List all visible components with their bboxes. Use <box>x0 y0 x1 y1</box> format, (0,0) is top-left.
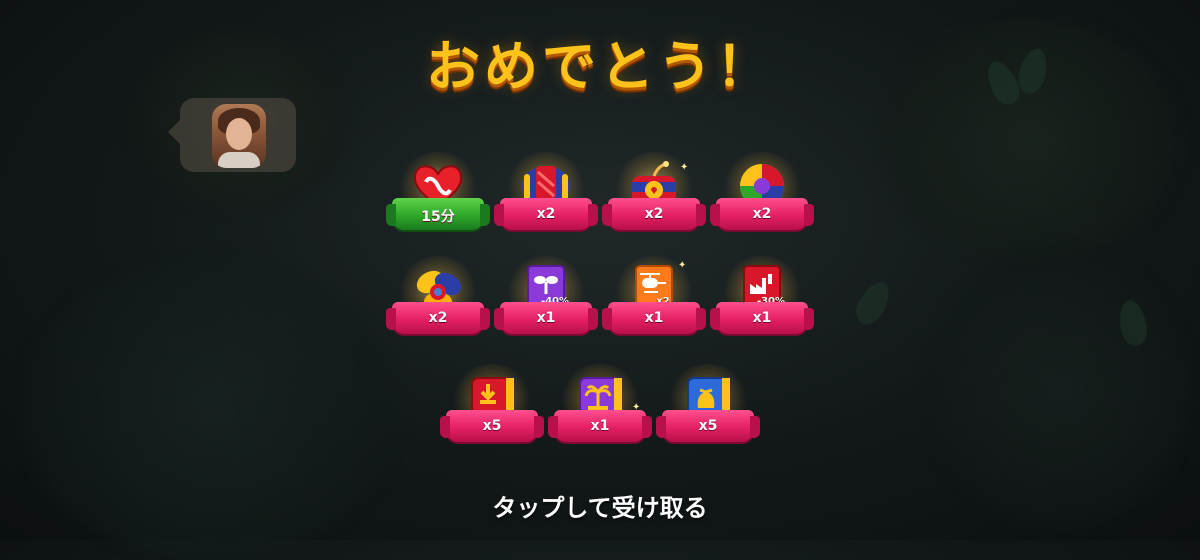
tap-to-collect-prompt[interactable]: タップして受け取る <box>0 488 1200 523</box>
reward-helicopter-card: x2 x1 ✦ <box>602 256 706 342</box>
background-leaf <box>850 276 896 330</box>
reward-propeller: x2 <box>386 256 490 342</box>
reward-count: x5 <box>698 418 718 434</box>
reward-infinite-lives: 15分 <box>386 152 490 238</box>
congratulations-title: おめでとう！ <box>426 35 774 98</box>
reward-rocket: x2 <box>494 152 598 238</box>
reward-count: 15分 <box>421 209 455 225</box>
reward-factory-card: -30% x1 <box>710 256 814 342</box>
reward-plant-card: -40% x1 <box>494 256 598 342</box>
reward-count: x1 <box>752 310 772 326</box>
reward-count: x2 <box>536 206 556 222</box>
reward-palm-ticket: x1 ✦ <box>548 364 652 450</box>
character-avatar <box>212 104 266 168</box>
reward-sack-ticket: x5 <box>656 364 760 450</box>
reward-count: x2 <box>428 310 448 326</box>
reward-tnt: x2 ✦ <box>602 152 706 238</box>
reward-count: x5 <box>482 418 502 434</box>
reward-count: x1 <box>590 418 610 434</box>
reward-count: x1 <box>536 310 556 326</box>
reward-color-ball: x2 <box>710 152 814 238</box>
reward-count: x2 <box>752 206 772 222</box>
reward-count: x2 <box>644 206 664 222</box>
reward-download-ticket: x5 <box>440 364 544 450</box>
reward-count: x1 <box>644 310 664 326</box>
